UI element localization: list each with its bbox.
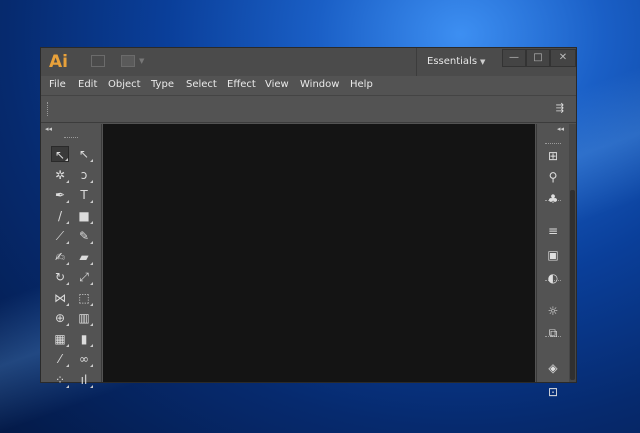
artboard-canvas[interactable] (103, 124, 535, 382)
menu-window[interactable]: Window (300, 79, 339, 90)
collapse-icon[interactable]: ◂◂ (45, 125, 52, 133)
appearance-icon[interactable]: ☼ (544, 303, 562, 319)
workspace-label: Essentials (427, 56, 478, 67)
symbols-icon[interactable]: ♣ (544, 191, 562, 207)
illustrator-window: Ai ▼ Essentials ▼ — □ ✕ File Edit Object … (40, 47, 577, 399)
mesh-tool-icon[interactable]: ▦ (51, 331, 69, 347)
app-logo: Ai (49, 52, 68, 72)
close-button[interactable]: ✕ (550, 49, 576, 67)
chevron-down-icon[interactable]: ▼ (139, 57, 144, 65)
menu-select[interactable]: Select (186, 79, 217, 90)
eraser-tool-icon[interactable]: ▰ (75, 249, 93, 265)
flyout-indicator-icon (66, 282, 69, 285)
flyout-indicator-icon (90, 323, 93, 326)
width-tool-icon[interactable]: ⋈ (51, 290, 69, 306)
symbol-sprayer-tool-icon[interactable]: ⁘ (51, 372, 69, 388)
flyout-indicator-icon (90, 282, 93, 285)
pen-tool-icon[interactable]: ✒ (51, 187, 69, 203)
eyedropper-tool-icon[interactable]: ⁄ (51, 351, 69, 367)
flyout-indicator-icon (90, 261, 93, 265)
flyout-indicator-icon (66, 241, 69, 244)
flyout-indicator-icon (66, 179, 69, 183)
magic-wand-tool-icon[interactable]: ✲ (51, 167, 69, 183)
menu-effect[interactable]: Effect (227, 79, 256, 90)
flyout-indicator-icon (66, 220, 69, 224)
maximize-button[interactable]: □ (526, 49, 550, 67)
minimize-button[interactable]: — (502, 49, 526, 67)
flyout-indicator-icon (65, 158, 68, 161)
menu-edit[interactable]: Edit (78, 79, 97, 90)
lasso-tool-icon[interactable]: ↄ (75, 167, 93, 183)
artboards-icon[interactable]: ⊡ (544, 384, 562, 400)
gradient-icon[interactable]: ▣ (544, 247, 562, 263)
panel-grip[interactable] (545, 143, 561, 146)
flyout-indicator-icon (66, 200, 69, 203)
flyout-indicator-icon (66, 323, 69, 326)
flyout-indicator-icon (66, 364, 69, 367)
line-segment-tool-icon[interactable]: / (51, 208, 69, 224)
arrange-documents-icon[interactable] (121, 55, 135, 67)
right-dock-panel: ◂◂ ⊞ ⚲ ♣ ≡ ▣ ◐ ☼ ⧉ ◈ ⊡ (536, 124, 568, 399)
flyout-indicator-icon (66, 343, 69, 347)
menu-view[interactable]: View (265, 79, 289, 90)
blob-brush-tool-icon[interactable]: ✍ (51, 249, 69, 265)
pencil-tool-icon[interactable]: ✎ (75, 228, 93, 244)
menu-object[interactable]: Object (108, 79, 141, 90)
tools-panel: ◂◂ ↖ ↖ ✲ ↄ ✒ T / ■ ⟋ ✎ ✍ ▰ ↻ ⤢ ⋈ ⬚ ⊕ ▥ ▦ ▮ ⁄ ∞ ⁘ ıl (42, 124, 102, 388)
selection-tool-icon[interactable]: ↖ (51, 146, 69, 162)
chevron-down-icon: ▼ (480, 58, 486, 66)
menu-help[interactable]: Help (350, 79, 373, 90)
direct-selection-tool-icon[interactable]: ↖ (75, 146, 93, 162)
flyout-indicator-icon (66, 302, 69, 306)
swatches-icon[interactable]: ⊞ (544, 148, 562, 164)
shape-builder-tool-icon[interactable]: ⊕ (51, 310, 69, 326)
type-tool-icon[interactable]: T (75, 187, 93, 203)
menu-type[interactable]: Type (151, 79, 174, 90)
gradient-tool-icon[interactable]: ▮ (75, 331, 93, 347)
flyout-indicator-icon (90, 241, 93, 244)
blend-tool-icon[interactable]: ∞ (75, 351, 93, 367)
transparency-icon[interactable]: ◐ (544, 270, 562, 286)
bridge-icon[interactable] (91, 55, 105, 67)
panel-grip[interactable] (47, 102, 50, 116)
chart-tool-icon[interactable]: ▥ (75, 310, 93, 326)
scroll-thumb[interactable] (570, 190, 575, 380)
graphic-styles-icon[interactable]: ⧉ (544, 325, 562, 341)
flyout-indicator-icon (90, 179, 93, 183)
flyout-indicator-icon (66, 261, 69, 265)
flyout-indicator-icon (66, 384, 69, 388)
scale-tool-icon[interactable]: ⤢ (75, 269, 93, 285)
menu-file[interactable]: File (49, 79, 66, 90)
free-transform-tool-icon[interactable]: ⬚ (75, 290, 93, 306)
paintbrush-tool-icon[interactable]: ⟋ (51, 228, 69, 244)
panel-grip[interactable] (64, 137, 78, 140)
dock-scrollbar[interactable] (569, 124, 576, 382)
flyout-indicator-icon (90, 364, 93, 367)
title-bar: Ai ▼ Essentials ▼ — □ ✕ (41, 48, 576, 76)
flyout-indicator-icon (90, 343, 93, 347)
flyout-indicator-icon (90, 302, 93, 306)
control-panel: ⇶ (41, 95, 576, 123)
column-graph-tool-icon[interactable]: ıl (75, 372, 93, 388)
brushes-icon[interactable]: ⚲ (544, 169, 562, 185)
flyout-indicator-icon (90, 384, 93, 388)
rotate-tool-icon[interactable]: ↻ (51, 269, 69, 285)
stroke-icon[interactable]: ≡ (544, 223, 562, 239)
flyout-indicator-icon (90, 159, 93, 162)
workspace-switcher[interactable]: Essentials ▼ (416, 48, 490, 76)
panel-menu-icon[interactable]: ⇶ (556, 103, 564, 114)
rectangle-tool-icon[interactable]: ■ (75, 208, 93, 224)
flyout-indicator-icon (90, 200, 93, 203)
flyout-indicator-icon (90, 220, 93, 224)
menu-bar: File Edit Object Type Select Effect View… (41, 76, 576, 95)
layers-icon[interactable]: ◈ (544, 360, 562, 376)
collapse-icon[interactable]: ◂◂ (557, 125, 564, 133)
